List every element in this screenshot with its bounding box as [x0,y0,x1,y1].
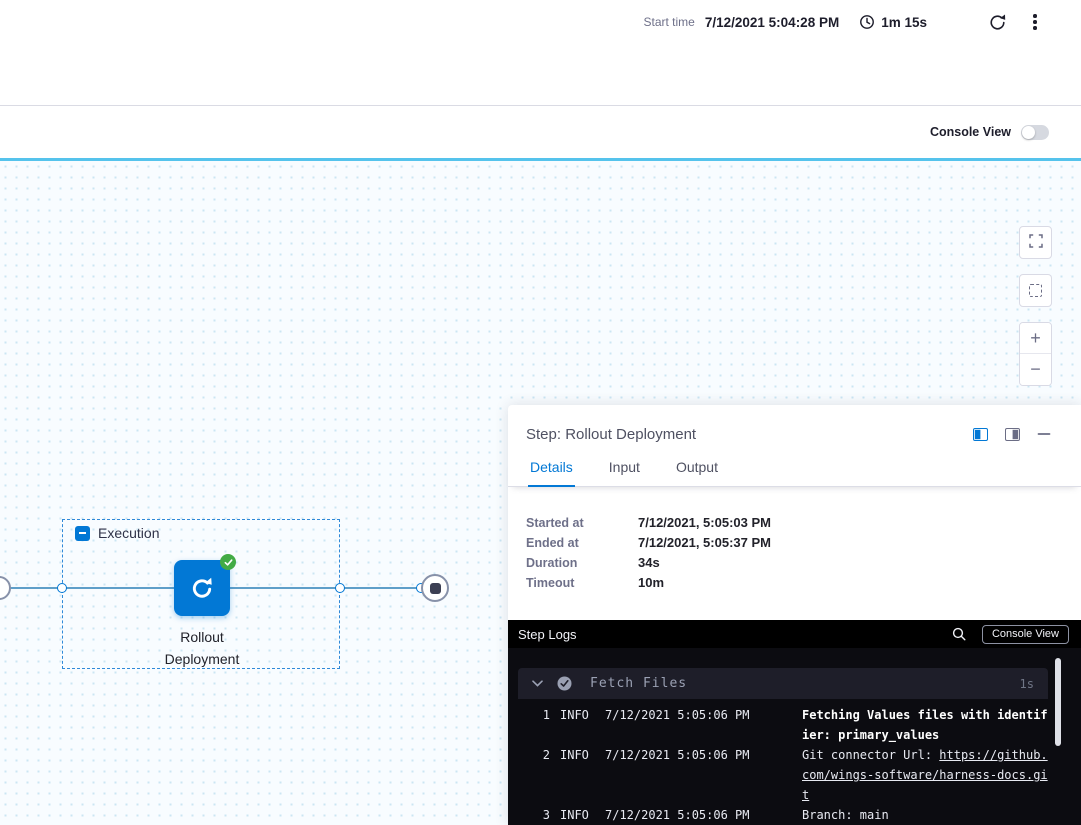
log-content: Fetch Files 1s 1 INFO 7/12/2021 5:05:06 PM… [518,668,1048,825]
step-panel-header: Step: Rollout Deployment [508,405,1081,443]
step-details-panel: Step: Rollout Deployment Details Input Out… [508,405,1081,825]
log-viewer: Fetch Files 1s 1 INFO 7/12/2021 5:05:06 PM… [508,648,1081,825]
refresh-button[interactable] [985,10,1009,34]
tab-input[interactable]: Input [607,459,642,487]
detail-label: Duration [526,553,638,573]
fit-selection-button[interactable] [1019,274,1052,307]
step-panel-title: Step: Rollout Deployment [526,426,971,443]
detail-row: Timeout10m [526,573,1081,593]
log-scrollbar[interactable] [1055,658,1061,746]
execution-meta-row: Start time 7/12/2021 5:04:28 PM 1m 15s [644,10,1048,34]
log-line: 2 INFO 7/12/2021 5:05:06 PM Git connector U… [518,745,1048,805]
tab-output[interactable]: Output [674,459,720,487]
step-logs-title: Step Logs [518,627,950,642]
search-icon [952,627,966,641]
zoom-out-button[interactable]: − [1020,354,1051,385]
detail-row: Ended at7/12/2021, 5:05:37 PM [526,533,1081,553]
log-level: INFO [560,705,594,745]
start-time-label: Start time [644,15,695,29]
log-line-number: 1 [530,705,550,745]
layout-left-pane-button[interactable] [971,425,989,443]
detail-label: Ended at [526,533,638,553]
execution-group-header[interactable]: Execution [75,525,159,541]
stop-node[interactable] [421,574,449,602]
log-text: Git connector Url: [802,748,939,762]
step-node-label: Rollout Deployment [147,626,257,670]
log-level: INFO [560,745,594,805]
tab-details[interactable]: Details [528,459,575,487]
layout-right-pane-button[interactable] [1003,425,1021,443]
log-line: 1 INFO 7/12/2021 5:05:06 PM Fetching Values… [518,705,1048,745]
log-message: Branch: main [802,805,1048,825]
execution-group-label: Execution [98,525,159,541]
canvas-zoom-controls: + − [1019,226,1052,386]
group-left-port [57,583,67,593]
rollout-deployment-step-node[interactable] [174,560,230,616]
log-level: INFO [560,805,594,825]
rollout-redeploy-icon [188,574,216,602]
detail-value: 7/12/2021, 5:05:03 PM [638,513,771,533]
pipeline-execution-screen: Start time 7/12/2021 5:04:28 PM 1m 15s C… [0,0,1081,825]
more-options-kebab-button[interactable] [1023,10,1047,34]
detail-value: 34s [638,553,660,573]
log-message: Git connector Url: https://github.com/wi… [802,745,1048,805]
detail-label: Started at [526,513,638,533]
group-right-port [335,583,345,593]
canvas-toolbar: Console View [0,105,1081,158]
zoom-in-icon: + [1030,328,1041,349]
zoom-group: + − [1019,322,1052,386]
log-line-number: 3 [530,805,550,825]
toggle-knob [1022,126,1035,139]
layout-right-icon [1005,428,1020,441]
detail-value: 7/12/2021, 5:05:37 PM [638,533,771,553]
fit-selection-icon [1029,284,1042,297]
detail-row: Duration34s [526,553,1081,573]
log-timestamp: 7/12/2021 5:05:06 PM [605,805,751,825]
log-section-duration: 1s [1020,677,1034,691]
panel-layout-controls [971,425,1053,443]
elapsed-duration: 1m 15s [881,15,927,30]
details-grid: Started at7/12/2021, 5:05:03 PMEnded at7… [508,487,1081,593]
stop-icon [430,583,441,594]
log-section-title: Fetch Files [590,676,1020,691]
kebab-icon [1033,14,1037,30]
clock-icon [859,14,875,30]
console-view-toggle[interactable] [1021,125,1049,140]
console-view-label: Console View [930,125,1011,139]
start-time-value: 7/12/2021 5:04:28 PM [705,15,839,30]
logs-console-view-button[interactable]: Console View [982,625,1069,644]
zoom-in-button[interactable]: + [1020,323,1051,354]
detail-value: 10m [638,573,664,593]
minimize-panel-button[interactable] [1035,425,1053,443]
layout-left-icon [973,428,988,441]
log-line-number: 2 [530,745,550,805]
step-tabs: Details Input Output [508,459,1081,487]
log-line: 3 INFO 7/12/2021 5:05:06 PM Branch: main [518,805,1048,825]
detail-row: Started at7/12/2021, 5:05:03 PM [526,513,1081,533]
zoom-out-icon: − [1030,359,1041,380]
log-search-button[interactable] [950,625,968,643]
check-icon [224,558,233,567]
log-text: Fetching Values files with identifier: p… [802,708,1048,742]
fullscreen-button[interactable] [1019,226,1052,259]
fullscreen-icon [1029,234,1043,251]
detail-label: Timeout [526,573,638,593]
log-timestamp: 7/12/2021 5:05:06 PM [605,745,751,805]
log-timestamp: 7/12/2021 5:05:06 PM [605,705,751,745]
section-success-check-icon [557,676,572,691]
previous-node-edge [0,576,11,600]
chevron-down-icon [532,680,543,687]
log-lines: 1 INFO 7/12/2021 5:05:06 PM Fetching Values… [518,699,1048,825]
step-logs-bar: Step Logs Console View [508,620,1081,648]
top-bar: Start time 7/12/2021 5:04:28 PM 1m 15s [0,0,1081,105]
log-section-fetch-files[interactable]: Fetch Files 1s [518,668,1048,699]
collapse-group-icon[interactable] [75,526,90,541]
log-message: Fetching Values files with identifier: p… [802,705,1048,745]
log-text: Branch: main [802,808,889,822]
minimize-icon [1037,427,1051,441]
step-success-badge [220,554,236,570]
